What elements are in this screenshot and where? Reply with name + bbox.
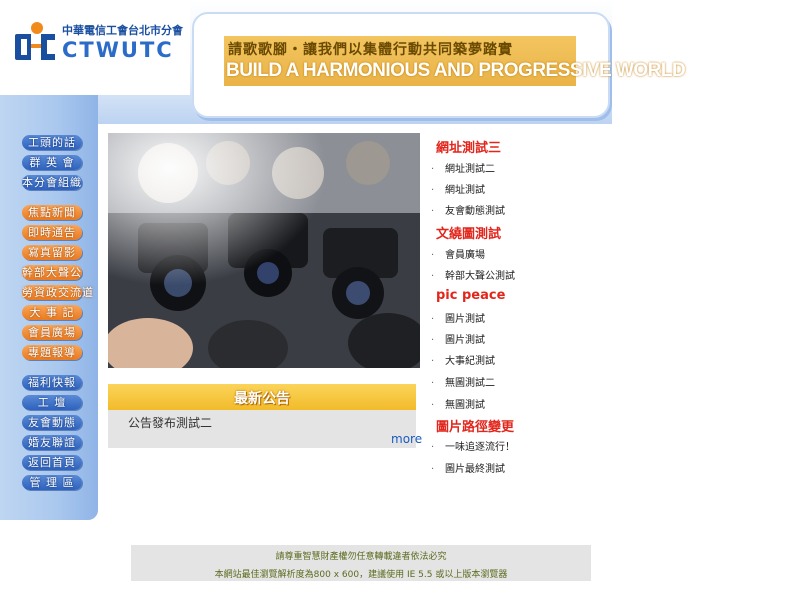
list-item-label: 大事紀測試 — [445, 356, 495, 367]
more-link[interactable]: more — [391, 432, 422, 446]
logo-chinese-name: 中華電信工會台北市分會 — [62, 24, 183, 37]
category-heading[interactable]: 網址測試三 — [436, 137, 501, 156]
list-item[interactable]: · 圖片測試 — [431, 331, 485, 346]
category-heading[interactable]: 圖片路徑變更 — [436, 416, 514, 435]
announcement-item[interactable]: 公告發布測試二 — [128, 414, 212, 431]
list-item[interactable]: · 圖片最終測試 — [431, 460, 505, 475]
bullet-icon: · — [431, 356, 435, 367]
nav-button[interactable]: 本分會組織 — [22, 175, 82, 190]
announcement-title: 最新公告 — [234, 391, 290, 407]
list-item-label: 幹部大聲公測試 — [445, 271, 515, 282]
list-item-label: 會員廣場 — [445, 250, 485, 261]
nav-button[interactable]: 寫真留影 — [22, 245, 82, 260]
list-item-label: 友會動態測試 — [445, 206, 505, 217]
bullet-icon: · — [431, 378, 435, 389]
union-logo-icon — [15, 22, 55, 60]
logo-english-name: CTWUTC — [62, 38, 174, 62]
browser-recommendation: 本網站最佳瀏覽解析度為800 x 600，建議使用 IE 5.5 或以上版本瀏覽… — [214, 570, 508, 580]
bullet-icon: · — [431, 400, 435, 411]
bullet-icon: · — [431, 335, 435, 346]
list-item-label: 網址測試二 — [445, 164, 495, 175]
footer: 請尊重智慧財產權勿任意轉載違者依法必究 本網站最佳瀏覽解析度為800 x 600… — [131, 545, 591, 581]
site-logo[interactable]: 中華電信工會台北市分會 CTWUTC — [14, 20, 184, 68]
slogan-banner: 請歌歌腳・讓我們以集體行動共同築夢踏實 BUILD A HARMONIOUS A… — [224, 36, 686, 86]
copyright-notice: 請尊重智慧財產權勿任意轉載違者依法必究 — [275, 552, 447, 562]
nav-button[interactable]: 大 事 記 — [22, 305, 82, 320]
latest-announcement-box: 最新公告 公告發布測試二 more — [108, 384, 422, 448]
list-item[interactable]: · 友會動態測試 — [431, 202, 505, 217]
nav-button[interactable]: 勞資政交流道 — [22, 285, 93, 300]
nav-button[interactable]: 即時通告 — [22, 225, 82, 240]
nav-button[interactable]: 工頭的話 — [22, 135, 82, 150]
list-item[interactable]: · 網址測試二 — [431, 160, 495, 175]
nav-button[interactable]: 會員廣場 — [22, 325, 82, 340]
announcement-header: 最新公告 — [108, 384, 416, 410]
list-item-label: 圖片測試 — [445, 314, 485, 325]
list-item-label: 無圖測試二 — [445, 378, 495, 389]
list-item[interactable]: · 會員廣場 — [431, 246, 485, 261]
bullet-icon: · — [431, 464, 435, 475]
nav-button[interactable]: 工 壇 — [22, 395, 82, 410]
category-heading[interactable]: 文繞圖測試 — [436, 223, 501, 242]
list-item[interactable]: · 無圖測試 — [431, 396, 485, 411]
nav-button[interactable]: 群 英 會 — [22, 155, 82, 170]
list-item-label: 一味追逐流行！ — [445, 442, 515, 453]
nav-button[interactable]: 幹部大聲公 — [22, 265, 82, 280]
bullet-icon: · — [431, 206, 435, 217]
nav-button[interactable]: 友會動態 — [22, 415, 82, 430]
list-item[interactable]: · 無圖測試二 — [431, 374, 495, 389]
nav-button[interactable]: 婚友聯誼 — [22, 435, 82, 450]
banner-chinese-slogan: 請歌歌腳・讓我們以集體行動共同築夢踏實 — [228, 42, 513, 58]
press-photographers-photo — [108, 133, 420, 368]
nav-button[interactable]: 福利快報 — [22, 375, 82, 390]
list-item[interactable]: · 一味追逐流行！ — [431, 438, 515, 453]
list-item-label: 圖片測試 — [445, 335, 485, 346]
bullet-icon: · — [431, 271, 435, 282]
nav-button[interactable]: 專題報導 — [22, 345, 82, 360]
bullet-icon: · — [431, 164, 435, 175]
list-item-label: 無圖測試 — [445, 400, 485, 411]
bullet-icon: · — [431, 442, 435, 453]
photo-illustration — [108, 133, 420, 368]
list-item-label: 圖片最終測試 — [445, 464, 505, 475]
list-item[interactable]: · 圖片測試 — [431, 310, 485, 325]
list-item[interactable]: · 幹部大聲公測試 — [431, 267, 515, 282]
bullet-icon: · — [431, 185, 435, 196]
list-item-label: 網址測試 — [445, 185, 485, 196]
bullet-icon: · — [431, 314, 435, 325]
nav-button[interactable]: 返回首頁 — [22, 455, 82, 470]
banner-english-slogan: BUILD A HARMONIOUS AND PROGRESSIVE WORLD — [226, 60, 686, 81]
list-item[interactable]: · 網址測試 — [431, 181, 485, 196]
bullet-icon: · — [431, 250, 435, 261]
nav-button[interactable]: 焦點新聞 — [22, 205, 82, 220]
nav-button[interactable]: 管 理 區 — [22, 475, 82, 490]
category-heading[interactable]: pic peace — [436, 288, 505, 303]
list-item[interactable]: · 大事紀測試 — [431, 352, 495, 367]
